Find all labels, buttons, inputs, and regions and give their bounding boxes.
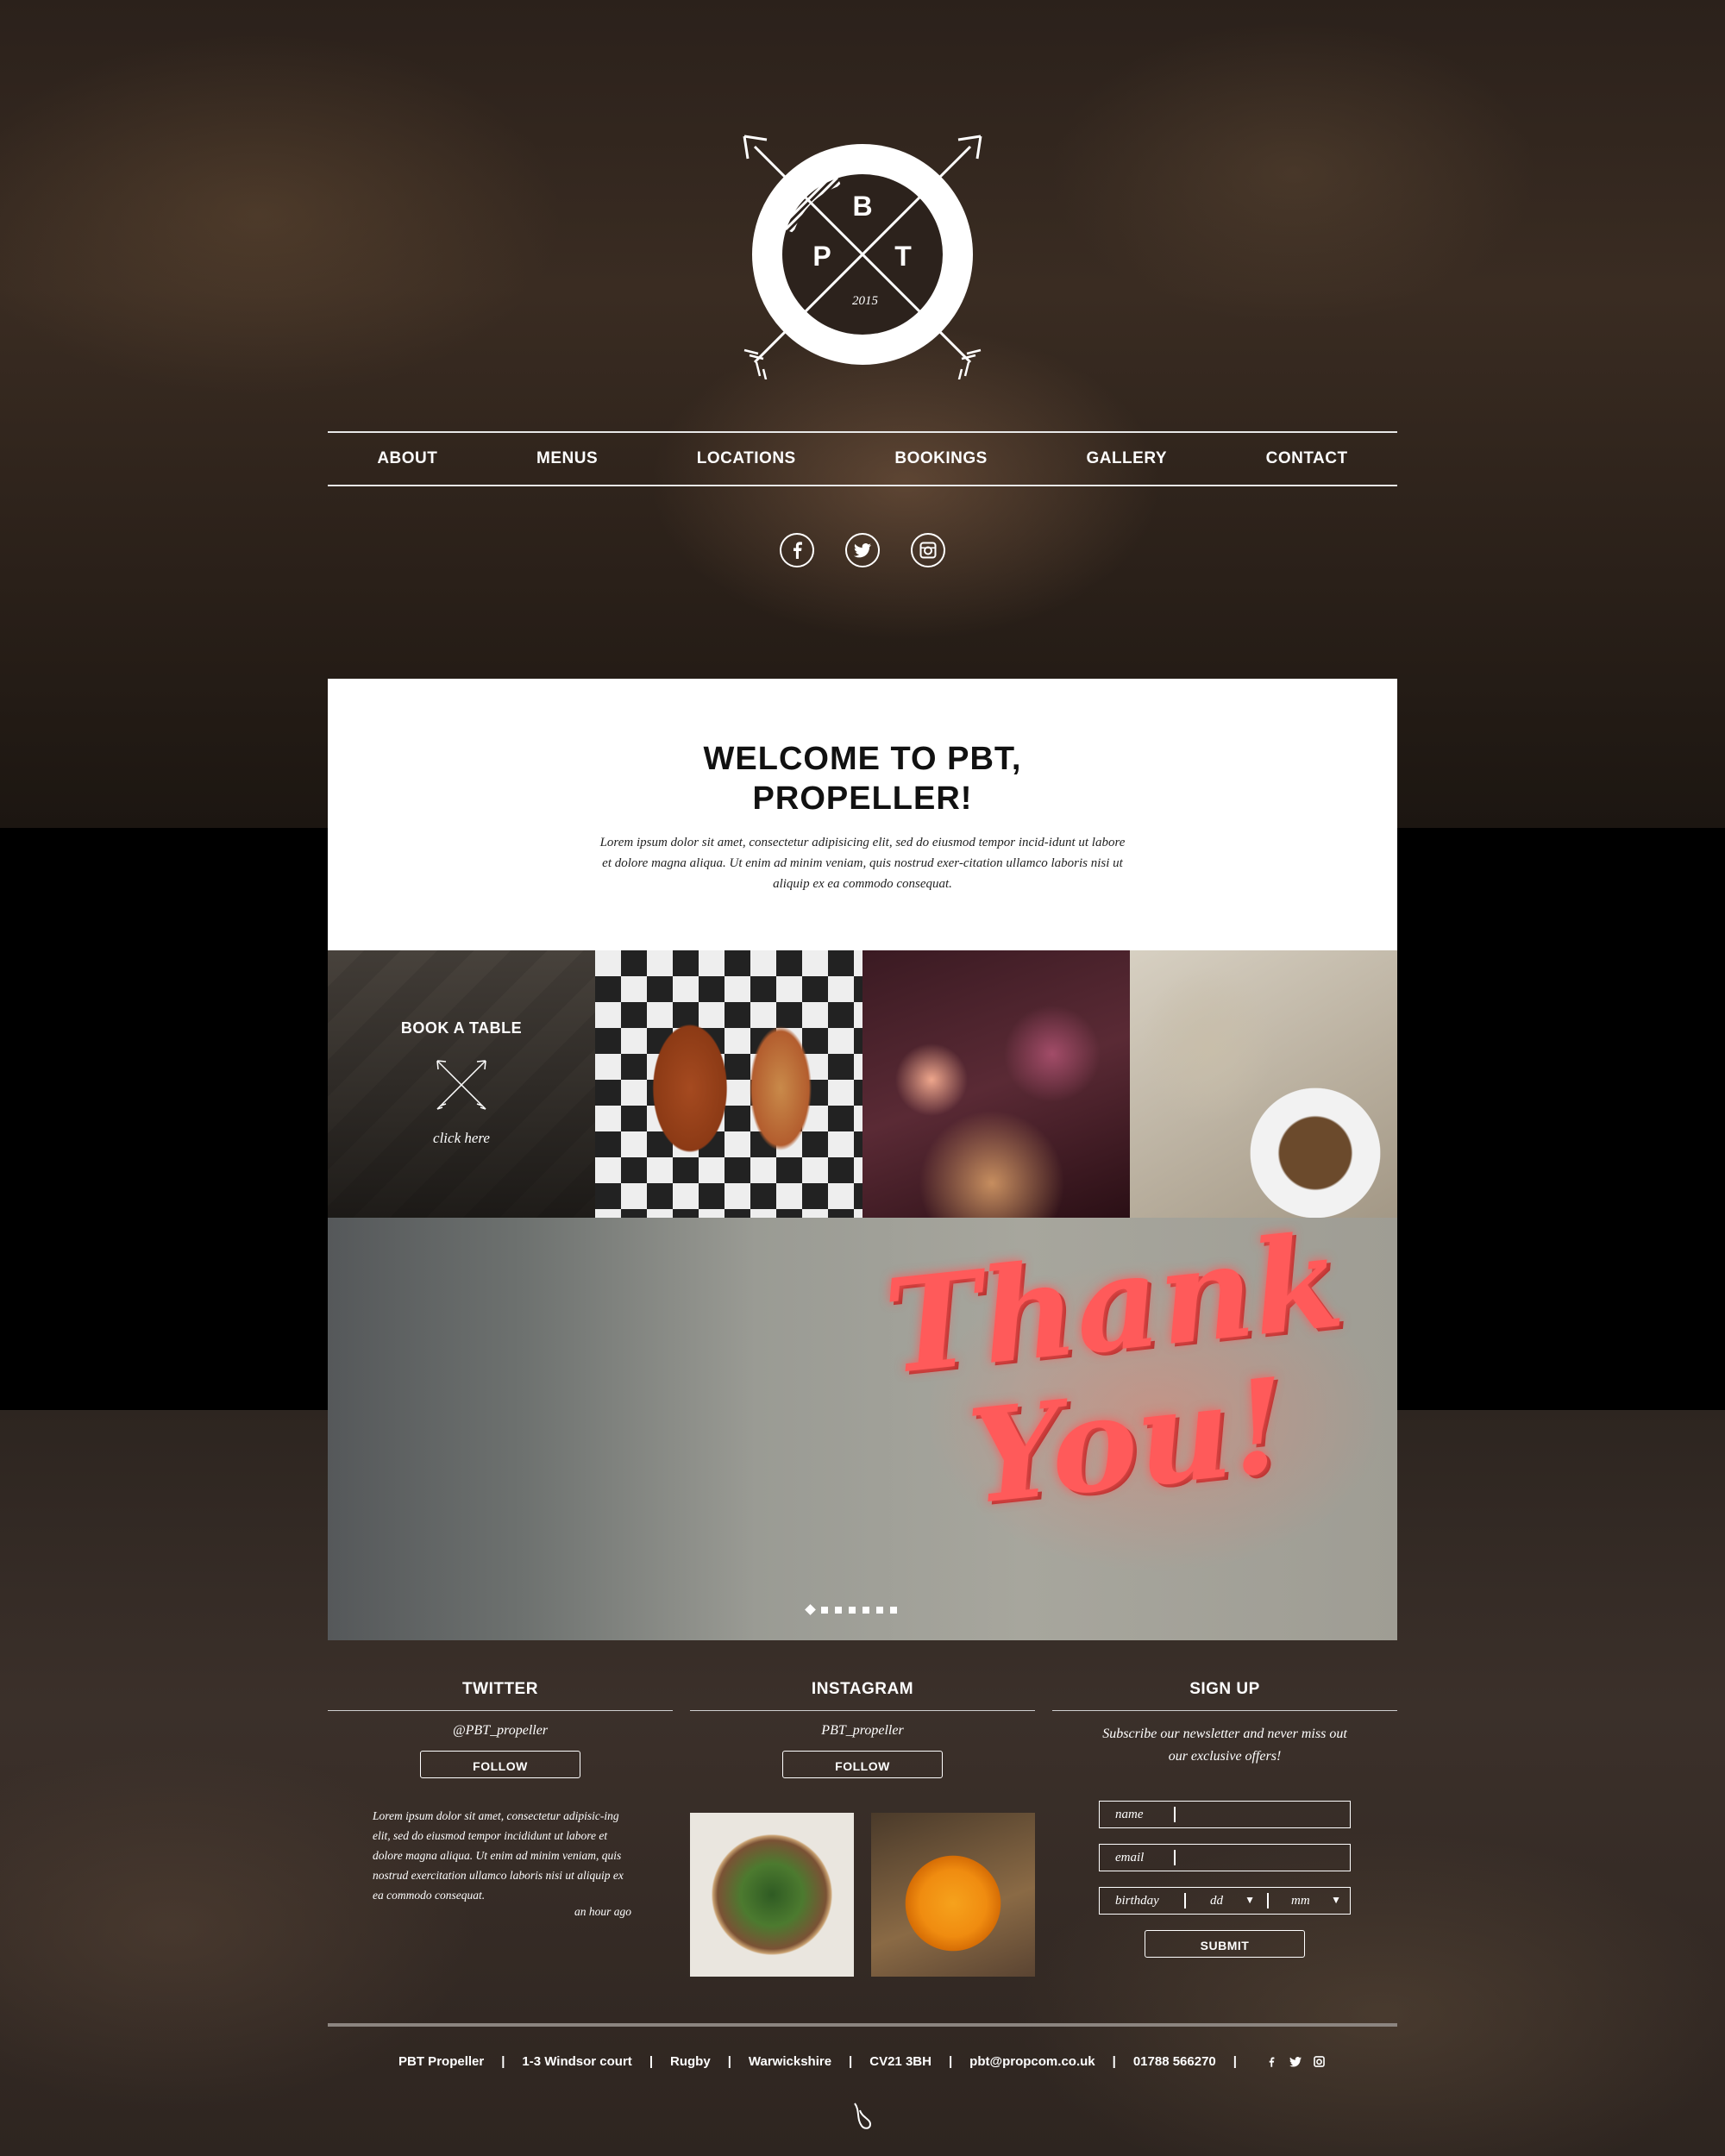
slider-dot-6[interactable] <box>876 1606 883 1614</box>
footer-postcode: CV21 3BH <box>869 2054 932 2069</box>
twitter-icon[interactable] <box>845 533 880 567</box>
separator: | <box>948 2054 953 2069</box>
email-label: email <box>1115 1850 1145 1865</box>
footer-email[interactable]: pbt@propcom.co.uk <box>969 2054 1095 2069</box>
neon-sign: Thank You! <box>841 1218 1397 1539</box>
footer-twitter-icon[interactable] <box>1289 2055 1302 2069</box>
separator: | <box>649 2054 654 2069</box>
twitter-handle[interactable]: @PBT_propeller <box>328 1723 673 1739</box>
name-label: name <box>1115 1807 1144 1821</box>
book-table-cta[interactable]: click here <box>328 1130 595 1147</box>
food-photo-coffee <box>1130 950 1397 1218</box>
slider-dot-2[interactable] <box>821 1606 828 1614</box>
slider-dot-7[interactable] <box>890 1606 897 1614</box>
name-field[interactable]: name <box>1099 1801 1351 1828</box>
tweet-time: an hour ago <box>574 1905 631 1918</box>
chevron-down-icon: ▼ <box>1331 1893 1341 1906</box>
instagram-icon[interactable] <box>911 533 945 567</box>
signup-heading: SIGN UP <box>1052 1680 1397 1711</box>
book-table-label: BOOK A TABLE <box>400 1019 523 1037</box>
day-select[interactable]: dd ▼ <box>1186 1894 1267 1908</box>
food-photo-hotdog <box>595 950 862 1218</box>
footer-phone[interactable]: 01788 566270 <box>1133 2054 1216 2069</box>
crossed-arrows-icon <box>436 1060 486 1110</box>
nav-gallery[interactable]: GALLERY <box>1086 449 1167 468</box>
text-cursor <box>1174 1850 1176 1865</box>
email-field[interactable]: email <box>1099 1844 1351 1871</box>
separator: | <box>727 2054 731 2069</box>
pbt-logo[interactable]: B P T 2015 <box>737 129 988 379</box>
signup-form: name email birthday dd ▼ mm ▼ SUBMIT <box>1052 1801 1397 1958</box>
text-cursor <box>1174 1807 1176 1822</box>
social-links <box>780 533 945 567</box>
welcome-title: WELCOME TO PBT, PROPELLER! <box>328 739 1397 818</box>
birthday-field: birthday dd ▼ mm ▼ <box>1099 1887 1351 1915</box>
day-select-value: dd <box>1210 1893 1223 1908</box>
separator: | <box>849 2054 853 2069</box>
slider-dots <box>805 1604 897 1615</box>
main-nav: ABOUT MENUS LOCATIONS BOOKINGS GALLERY C… <box>328 431 1397 486</box>
submit-button[interactable]: SUBMIT <box>1145 1930 1305 1958</box>
welcome-title-line2: PROPELLER! <box>752 780 973 817</box>
tweet-text: Lorem ipsum dolor sit amet, consectetur … <box>373 1809 624 1902</box>
twitter-heading: TWITTER <box>328 1680 673 1711</box>
instagram-heading: INSTAGRAM <box>690 1680 1035 1711</box>
month-select[interactable]: mm ▼ <box>1269 1894 1350 1908</box>
signup-text-line2: our exclusive offers! <box>1168 1749 1282 1764</box>
footer-divider <box>328 2023 1397 2027</box>
footer-name: PBT Propeller <box>398 2054 485 2069</box>
welcome-body: Lorem ipsum dolor sit amet, consectetur … <box>599 836 1126 891</box>
slider-dot-5[interactable] <box>862 1606 869 1614</box>
twitter-column: TWITTER @PBT_propeller FOLLOW Lorem ipsu… <box>328 1680 673 1919</box>
instagram-column: INSTAGRAM PBT_propeller FOLLOW <box>690 1680 1035 1977</box>
image-tiles: BOOK A TABLE click here <box>328 950 1397 1218</box>
nav-menus[interactable]: MENUS <box>536 449 598 468</box>
footer-info: PBT Propeller | 1-3 Windsor court | Rugby |… <box>328 2054 1397 2069</box>
separator: | <box>501 2054 505 2069</box>
food-photo-wine <box>862 950 1130 1218</box>
footer-town: Rugby <box>670 2054 711 2069</box>
instagram-follow-button[interactable]: FOLLOW <box>782 1751 943 1778</box>
footer-address: 1-3 Windsor court <box>522 2054 632 2069</box>
separator: | <box>1233 2054 1237 2069</box>
instagram-photo-orange[interactable] <box>871 1813 1035 1977</box>
birthday-label: birthday <box>1115 1893 1159 1908</box>
nav-bookings[interactable]: BOOKINGS <box>894 449 987 468</box>
logo-year: 2015 <box>852 294 879 308</box>
instagram-handle[interactable]: PBT_propeller <box>690 1723 1035 1739</box>
footer-facebook-icon[interactable] <box>1264 2055 1278 2069</box>
slider-dot-4[interactable] <box>849 1606 856 1614</box>
nav-locations[interactable]: LOCATIONS <box>697 449 796 468</box>
separator: | <box>1112 2054 1116 2069</box>
facebook-icon[interactable] <box>780 533 814 567</box>
logo-letter-b: B <box>852 191 872 222</box>
month-select-value: mm <box>1291 1893 1310 1908</box>
logo-letter-p: P <box>812 241 831 272</box>
nav-contact[interactable]: CONTACT <box>1266 449 1348 468</box>
slider-dot-3[interactable] <box>835 1606 842 1614</box>
nav-about[interactable]: ABOUT <box>377 449 437 468</box>
instagram-feed <box>690 1813 1035 1977</box>
signup-text-line1: Subscribe our newsletter and never miss … <box>1102 1727 1347 1741</box>
welcome-title-line1: WELCOME TO PBT, <box>703 741 1022 777</box>
book-table-tile[interactable]: BOOK A TABLE click here <box>328 950 595 1218</box>
footer-instagram-icon[interactable] <box>1313 2055 1327 2069</box>
hero-slider[interactable]: Thank You! <box>328 1218 1397 1640</box>
signup-column: SIGN UP Subscribe our newsletter and nev… <box>1052 1680 1397 1958</box>
footer-county: Warwickshire <box>748 2054 832 2069</box>
chevron-down-icon: ▼ <box>1245 1893 1255 1906</box>
twitter-follow-button[interactable]: FOLLOW <box>420 1751 580 1778</box>
welcome-section: WELCOME TO PBT, PROPELLER! Lorem ipsum d… <box>328 679 1397 950</box>
slider-dot-1[interactable] <box>805 1604 816 1615</box>
propeller-icon <box>854 2103 872 2129</box>
instagram-photo-salad[interactable] <box>690 1813 854 1977</box>
signup-text: Subscribe our newsletter and never miss … <box>1052 1723 1397 1768</box>
logo-letter-t: T <box>894 241 912 272</box>
